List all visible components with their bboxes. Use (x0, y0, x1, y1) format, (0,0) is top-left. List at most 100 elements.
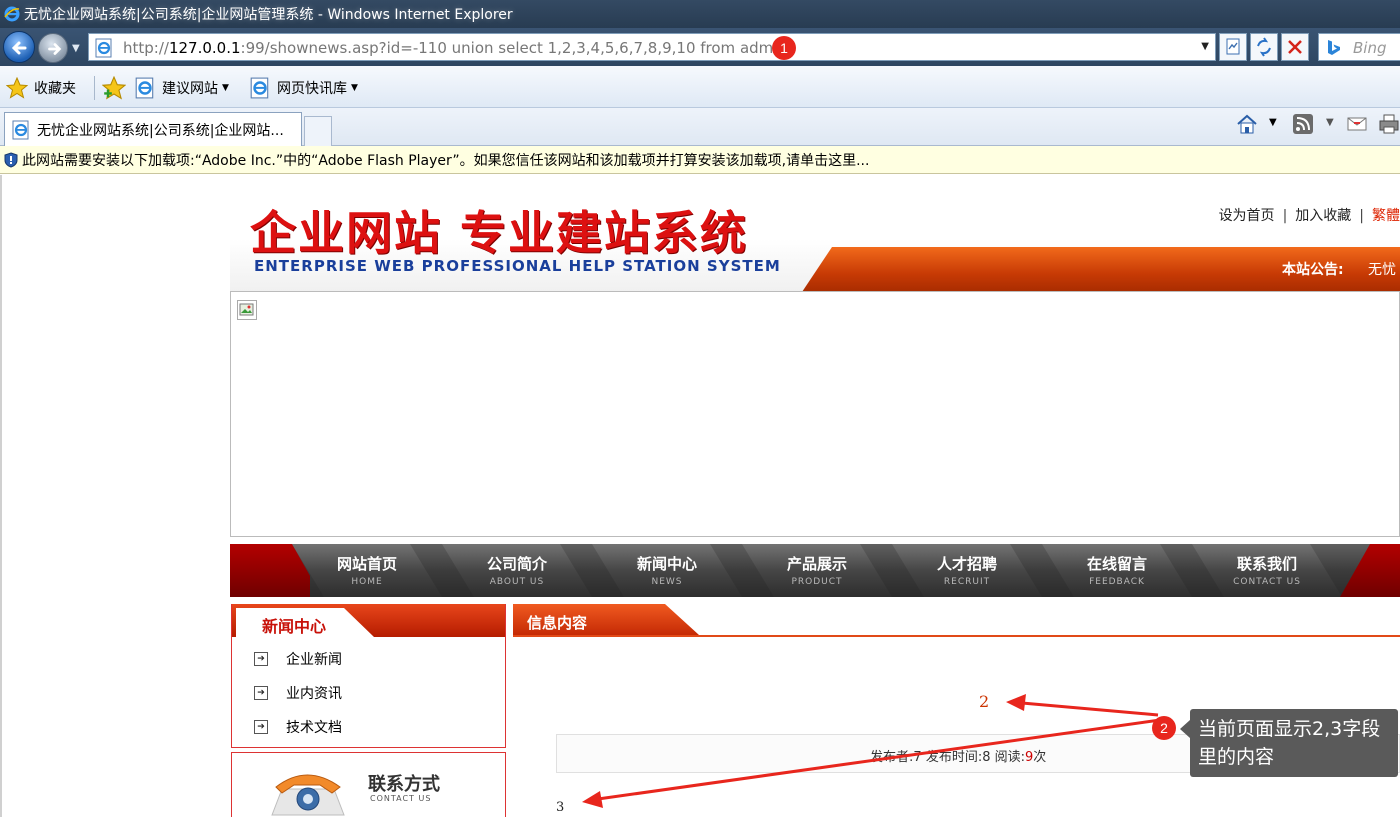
flash-banner-placeholder (230, 291, 1400, 537)
url-text[interactable]: http://127.0.0.1:99/shownews.asp?id=-110… (123, 39, 787, 57)
category-link-industry-news[interactable]: ➔ 业内资讯 (254, 683, 342, 703)
category-link-tech-docs[interactable]: ➔ 技术文档 (254, 717, 342, 737)
forward-arrow-icon (48, 43, 62, 55)
notice-label: 本站公告: (1282, 262, 1344, 278)
chevron-down-icon: ▼ (351, 83, 358, 93)
chevron-down-icon: ▼ (222, 83, 229, 93)
contact-title: 联系方式 (368, 774, 440, 795)
address-dropdown-icon[interactable]: ▼ (1201, 41, 1209, 52)
address-field[interactable]: http://127.0.0.1:99/shownews.asp?id=-110… (88, 33, 1216, 61)
site-header: 企业网站 专业建站系统 ENTERPRISE WEB PROFESSIONAL … (230, 175, 1400, 292)
article-publish-time: 8 (982, 750, 991, 765)
category-label: 技术文档 (286, 720, 342, 736)
nav-label: 网站首页 (336, 555, 397, 573)
article-publisher: 7 (913, 750, 922, 765)
address-toolbar: ▼ http://127.0.0.1:99/shownews.asp?id=-1… (0, 28, 1400, 66)
suggested-sites-button[interactable]: 建议网站 ▼ (134, 77, 229, 99)
nav-label: 产品展示 (786, 555, 847, 573)
favorites-button[interactable]: 收藏夹 (6, 77, 76, 99)
site-logo-en: ENTERPRISE WEB PROFESSIONAL HELP STATION… (254, 257, 781, 275)
web-slice-gallery-label: 网页快讯库 (277, 81, 347, 97)
nav-item-feedback[interactable]: 在线留言 FEEDBACK (1042, 544, 1192, 597)
category-label: 企业新闻 (286, 652, 342, 668)
article-panel-title: 信息内容 (527, 614, 588, 632)
print-button[interactable] (1378, 113, 1400, 139)
nav-sublabel: CONTACT US (1233, 577, 1301, 587)
new-tab-button[interactable] (304, 116, 332, 146)
home-icon (1237, 114, 1257, 134)
annotation-badge-1: 1 (772, 36, 796, 60)
tab-bar: 无忧企业网站系统|公司系统|企业网站... (0, 108, 1400, 146)
nav-label: 公司简介 (486, 555, 547, 573)
arrow-right-icon: ➔ (254, 686, 268, 700)
article-content: 3 (556, 800, 565, 815)
category-label: 业内资讯 (286, 686, 342, 702)
traditional-chinese-link[interactable]: 繁體 (1372, 208, 1400, 224)
arrow-right-icon: ➔ (254, 720, 268, 734)
refresh-button[interactable] (1250, 33, 1278, 61)
feeds-button[interactable] (1292, 113, 1314, 139)
divider (94, 76, 95, 100)
home-dropdown-icon[interactable]: ▼ (1269, 117, 1277, 128)
back-arrow-icon (11, 41, 27, 55)
favorites-label: 收藏夹 (34, 81, 76, 97)
tab-current[interactable]: 无忧企业网站系统|公司系统|企业网站... (4, 112, 302, 146)
nav-sublabel: FEEDBACK (1089, 577, 1145, 587)
broken-image-icon (237, 300, 257, 320)
callout-pointer (1180, 720, 1190, 738)
read-mail-button[interactable] (1346, 113, 1368, 139)
nav-item-recruit[interactable]: 人才招聘 RECRUIT (892, 544, 1042, 597)
nav-item-about[interactable]: 公司简介 ABOUT US (442, 544, 592, 597)
add-favorite-link[interactable]: 加入收藏 (1295, 208, 1351, 224)
article-panel-header: 信息内容 (513, 604, 1400, 637)
compatibility-view-icon (1226, 38, 1240, 55)
nav-sublabel: ABOUT US (489, 577, 545, 587)
title-bar: 无忧企业网站系统|公司系统|企业网站管理系统 - Windows Interne… (0, 0, 1400, 28)
category-link-company-news[interactable]: ➔ 企业新闻 (254, 649, 342, 669)
web-slice-gallery-button[interactable]: 网页快讯库 ▼ (249, 77, 358, 99)
feeds-dropdown-icon[interactable]: ▼ (1326, 117, 1334, 128)
information-bar-message: 此网站需要安装以下加载项:“Adobe Inc.”中的“Adobe Flash … (22, 152, 870, 169)
page-icon (95, 38, 112, 58)
annotation-callout: 当前页面显示2,3字段里的内容 (1190, 709, 1398, 777)
box-header: 新闻中心 (232, 604, 505, 637)
ie-page-icon (135, 77, 154, 99)
shield-icon (4, 151, 18, 168)
set-homepage-link[interactable]: 设为首页 (1219, 208, 1275, 224)
home-button[interactable] (1236, 113, 1258, 139)
add-to-favorites-bar-button[interactable] (102, 76, 126, 100)
article-title: 2 (979, 692, 990, 711)
suggested-sites-label: 建议网站 (162, 81, 218, 97)
news-category-box: 新闻中心 ➔ 企业新闻 ➔ 业内资讯 ➔ 技术文档 (231, 604, 506, 748)
recent-pages-dropdown-icon[interactable]: ▼ (72, 43, 80, 54)
nav-item-home[interactable]: 网站首页 HOME (292, 544, 442, 597)
nav-item-products[interactable]: 产品展示 PRODUCT (742, 544, 892, 597)
article-meta: 发布者:7 发布时间:8 阅读:9次 (870, 750, 1047, 765)
refresh-icon (1257, 37, 1271, 57)
nav-item-news[interactable]: 新闻中心 NEWS (592, 544, 742, 597)
ie-logo-icon (4, 6, 20, 22)
divider (0, 175, 2, 817)
bing-logo-icon (1328, 40, 1340, 55)
nav-label: 新闻中心 (636, 555, 697, 573)
compatibility-view-button[interactable] (1219, 33, 1247, 61)
stop-icon (1288, 40, 1302, 54)
forward-button[interactable] (38, 33, 68, 63)
main-navigation: 网站首页 HOME 公司简介 ABOUT US 新闻中心 NEWS 产品展示 P… (230, 544, 1400, 597)
contact-box: 联系方式 CONTACT US (231, 752, 506, 817)
nav-label: 联系我们 (1236, 555, 1297, 573)
notice-text[interactable]: 无忧 (1368, 259, 1396, 279)
stop-button[interactable] (1281, 33, 1309, 61)
notice-bar: 本站公告: 无忧 (802, 247, 1400, 292)
window-title: 无忧企业网站系统|公司系统|企业网站管理系统 - Windows Interne… (24, 7, 513, 23)
nav-item-contact[interactable]: 联系我们 CONTACT US (1192, 544, 1342, 597)
back-button[interactable] (3, 31, 35, 63)
nav-sublabel: PRODUCT (791, 577, 843, 587)
information-bar[interactable]: 此网站需要安装以下加载项:“Adobe Inc.”中的“Adobe Flash … (0, 146, 1400, 174)
arrow-right-icon: ➔ (254, 652, 268, 666)
nav-sublabel: HOME (351, 577, 383, 587)
search-box[interactable]: Bing (1318, 33, 1400, 61)
star-icon (6, 77, 28, 99)
add-favorite-star-icon (102, 76, 126, 100)
rss-feed-icon (1293, 114, 1313, 134)
